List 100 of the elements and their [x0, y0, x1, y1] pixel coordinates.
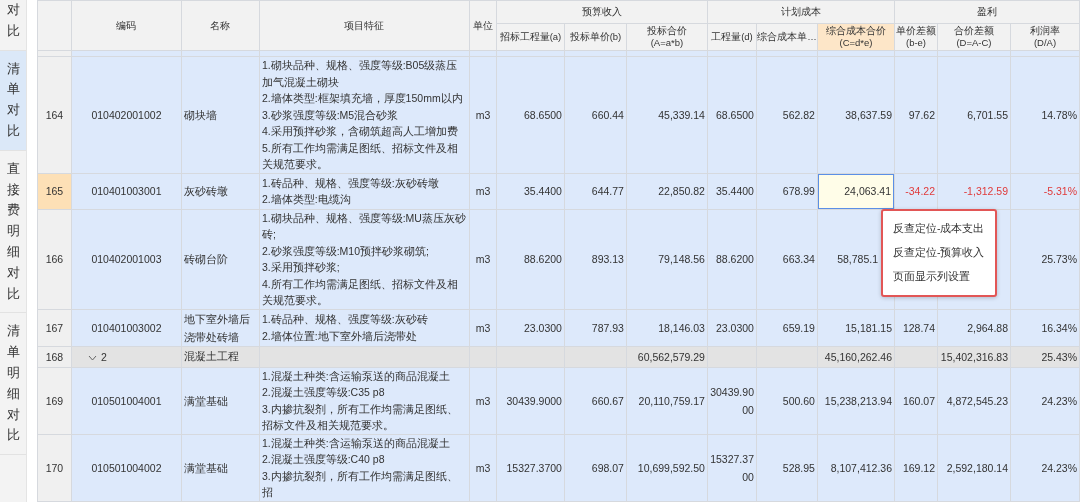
- item-code: 010402001002: [71, 56, 182, 173]
- section-code: 2: [100, 350, 107, 363]
- table-cell: 500.60: [756, 367, 818, 434]
- feature-text: 2.墙体位置:地下室外墙后浇带处: [261, 328, 418, 344]
- table-cell: 160.07: [894, 367, 938, 434]
- column-group-header: 盈利: [894, 0, 1080, 24]
- table-cell: 68.6500: [707, 56, 757, 173]
- feature-text: 1.混凝土种类:含运输泵送的商品混凝土: [261, 368, 451, 384]
- table-cell: 20,110,759.17: [626, 367, 708, 434]
- table-cell: 15327.3700: [707, 434, 757, 501]
- table-cell: 30439.9000: [496, 367, 565, 434]
- table-cell: 2,964.88: [937, 309, 1011, 346]
- table-cell: 68.6500: [496, 56, 565, 173]
- item-name: 满堂基础: [181, 367, 260, 434]
- table-cell: 663.34: [756, 209, 818, 309]
- column-header: 投标合价 (A=a*b): [626, 23, 708, 51]
- table-cell: 15,181.15: [817, 309, 895, 346]
- sidebar-tab[interactable]: 清单明细对比: [0, 313, 27, 456]
- column-header: 利润率 (D/A): [1010, 23, 1080, 51]
- item-code: 010501004001: [71, 367, 182, 434]
- feature-text: 2.墙体类型:框架填充墙，厚度150mm以内: [261, 91, 464, 106]
- sidebar-tab[interactable]: 清单对比: [0, 50, 27, 151]
- table-cell: 169.12: [894, 434, 938, 501]
- row-number: 167: [37, 309, 72, 346]
- table-cell: 79,148.56: [626, 209, 708, 309]
- table-cell: 35.4400: [496, 173, 565, 209]
- menu-item[interactable]: 反查定位-预算收入: [883, 240, 995, 265]
- table-cell: 8,107,412.36: [817, 434, 895, 501]
- column-group-header: 计划成本: [707, 0, 895, 24]
- feature-text: 1.砌块品种、规格、强度等级:MU蒸压灰砂砖;: [261, 210, 467, 242]
- table-cell: 128.74: [894, 309, 938, 346]
- selected-cell[interactable]: 24,063.41: [817, 173, 894, 209]
- column-header: 合价差额 (D=A-C): [937, 23, 1011, 51]
- item-code: 010402001003: [71, 209, 182, 309]
- feature-text: 4.采用预拌砂浆，含砌筑超高人工增加费: [261, 124, 459, 139]
- column-header: 项目特征: [259, 0, 470, 51]
- table-cell: 528.95: [756, 434, 818, 501]
- table-cell: 23.0300: [707, 309, 757, 346]
- table-cell: 562.82: [756, 56, 818, 173]
- chevron-down-icon[interactable]: [87, 354, 97, 361]
- row-number: 165: [37, 173, 72, 209]
- feature-text: 2.混凝土强度等级:C35 p8: [261, 385, 386, 400]
- unit-cell: m3: [469, 209, 497, 309]
- table-cell: 14.78%: [1010, 56, 1080, 173]
- column-group-header: 预算收入: [496, 0, 708, 24]
- feature-text: 4.所有工作均需满足图纸、招标文件及相关规范要求。: [261, 276, 459, 308]
- feature-text: 1.砖品种、规格、强度等级:灰砂砖: [261, 312, 429, 327]
- table-cell: -5.31%: [1010, 173, 1080, 209]
- feature-text: 2.墙体类型:电缆沟: [261, 192, 352, 207]
- unit-cell: m3: [469, 367, 497, 434]
- row-number: 166: [37, 209, 72, 309]
- item-name: 砖砌台阶: [181, 209, 260, 309]
- column-header: 编码: [71, 0, 182, 51]
- sidebar-tab[interactable]: 直接费明细对比: [0, 150, 27, 314]
- table-cell: 88.6200: [496, 209, 565, 309]
- table-cell: 660.44: [564, 56, 627, 173]
- item-name: 灰砂砖墩: [181, 173, 260, 209]
- table-cell: 6,701.55: [937, 56, 1011, 173]
- table-cell: 18,146.03: [626, 309, 708, 346]
- table-cell: 45,339.14: [626, 56, 708, 173]
- table-cell: 30439.9000: [707, 367, 757, 434]
- table-cell: 22,850.82: [626, 173, 708, 209]
- table-cell: 10,699,592.50: [626, 434, 708, 501]
- row-number: 164: [37, 56, 72, 173]
- table-cell: -1,312.59: [937, 173, 1011, 209]
- table-cell: 644.77: [564, 173, 627, 209]
- table-cell: 660.67: [564, 367, 627, 434]
- table-cell: 23.0300: [496, 309, 565, 346]
- table-cell: 24.23%: [1010, 434, 1080, 501]
- table-cell: 97.62: [894, 56, 938, 173]
- table-cell: 15327.3700: [496, 434, 565, 501]
- item-name: 地下室外墙后浇带处砖墙: [181, 309, 260, 346]
- menu-item[interactable]: 反查定位-成本支出: [883, 216, 995, 241]
- feature-text: 1.混凝土种类:含运输泵送的商品混凝土: [261, 435, 451, 451]
- feature-text: 2.混凝土强度等级:C40 p8: [261, 452, 386, 467]
- table-cell: 4,872,545.23: [937, 367, 1011, 434]
- table-cell: 15,238,213.94: [817, 367, 895, 434]
- table-cell: 698.07: [564, 434, 627, 501]
- feature-text: 5.所有工作均需满足图纸、招标文件及相关规范要求。: [261, 140, 459, 172]
- column-header: 名称: [181, 0, 260, 51]
- item-name: 满堂基础: [181, 434, 260, 501]
- table-cell: 16.34%: [1010, 309, 1080, 346]
- feature-text: 3.内掺抗裂剂，所有工作均需满足图纸、招: [261, 468, 459, 500]
- table-cell: 24.23%: [1010, 367, 1080, 434]
- table-cell: -34.22: [894, 173, 938, 209]
- row-number: 170: [37, 434, 72, 501]
- sidebar-tab[interactable]: 对比: [0, 0, 27, 51]
- menu-item[interactable]: 页面显示列设置: [883, 264, 995, 289]
- item-code: 010401003002: [71, 309, 182, 346]
- column-header: 单位: [469, 0, 497, 51]
- item-code: 010501004002: [71, 434, 182, 501]
- table-cell: 659.19: [756, 309, 818, 346]
- table-cell: 38,637.59: [817, 56, 895, 173]
- table-cell: 25.73%: [1010, 209, 1080, 309]
- table-cell: 893.13: [564, 209, 627, 309]
- feature-text: 3.采用预拌砂浆;: [261, 260, 341, 275]
- unit-cell: m3: [469, 56, 497, 173]
- unit-cell: m3: [469, 434, 497, 501]
- table-cell: 678.99: [756, 173, 818, 209]
- item-code: 010401003001: [71, 173, 182, 209]
